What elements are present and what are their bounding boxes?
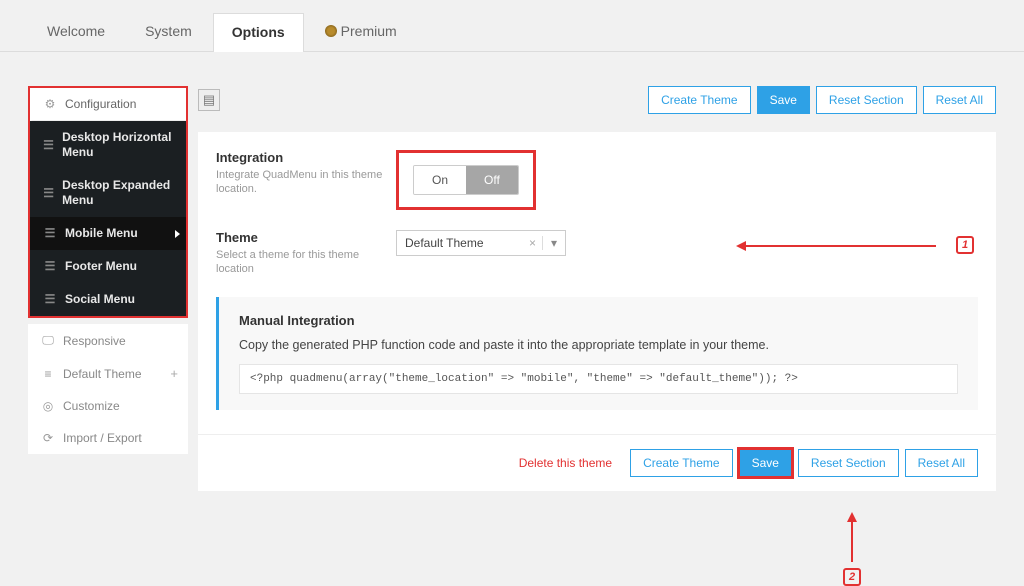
- content-area: ▤ Create Theme Save Reset Section Reset …: [198, 86, 996, 491]
- premium-icon: [325, 25, 337, 37]
- create-theme-button-bottom[interactable]: Create Theme: [630, 449, 732, 477]
- sidebar-item-label: Mobile Menu: [65, 226, 138, 241]
- integration-desc: Integrate QuadMenu in this theme locatio…: [216, 168, 396, 197]
- sidebar-item-label: Desktop Horizontal Menu: [62, 130, 176, 160]
- list-icon: ≡: [41, 367, 55, 381]
- desktop-icon: 🖵: [41, 333, 55, 348]
- gear-icon: ⚙: [43, 97, 57, 111]
- sidebar-item-label: Customize: [63, 399, 120, 413]
- sidebar-item-responsive[interactable]: 🖵 Responsive: [28, 324, 188, 357]
- refresh-icon: ⟳: [41, 431, 55, 445]
- sidebar-item-desktop-horizontal[interactable]: ☰ Desktop Horizontal Menu: [30, 121, 186, 169]
- eye-icon: ◎: [41, 399, 55, 413]
- sidebar-item-label: Desktop Expanded Menu: [62, 178, 176, 208]
- sidebar-item-social-menu[interactable]: ☰ Social Menu: [30, 283, 186, 316]
- sidebar-item-label: Footer Menu: [65, 259, 137, 274]
- create-theme-button[interactable]: Create Theme: [648, 86, 750, 114]
- theme-title: Theme: [216, 230, 396, 245]
- bottom-actions: Delete this theme Create Theme Save Rese…: [198, 434, 996, 491]
- theme-desc: Select a theme for this theme location: [216, 248, 396, 277]
- toggle-on[interactable]: On: [414, 166, 466, 194]
- integration-toggle-highlight: On Off: [396, 150, 536, 210]
- top-tabs: Welcome System Options Premium: [0, 12, 1024, 52]
- sidebar: ⚙ Configuration ☰ Desktop Horizontal Men…: [28, 86, 188, 491]
- sidebar-item-desktop-expanded[interactable]: ☰ Desktop Expanded Menu: [30, 169, 186, 217]
- integration-title: Integration: [216, 150, 396, 165]
- tab-options[interactable]: Options: [213, 13, 304, 52]
- settings-panel: Integration Integrate QuadMenu in this t…: [198, 132, 996, 434]
- sidebar-item-footer-menu[interactable]: ☰ Footer Menu: [30, 250, 186, 283]
- menu-icon: ☰: [43, 292, 57, 307]
- delete-theme-button[interactable]: Delete this theme: [519, 456, 612, 470]
- manual-title: Manual Integration: [239, 313, 958, 328]
- theme-select-value: Default Theme: [405, 236, 529, 250]
- manual-desc: Copy the generated PHP function code and…: [239, 338, 958, 352]
- chevron-down-icon: ▾: [542, 236, 557, 250]
- manual-integration-box: Manual Integration Copy the generated PH…: [216, 297, 978, 410]
- sidebar-item-import-export[interactable]: ⟳ Import / Export: [28, 422, 188, 454]
- sidebar-item-label: Configuration: [65, 97, 136, 111]
- clear-icon[interactable]: ×: [529, 236, 536, 250]
- reset-section-button-bottom[interactable]: Reset Section: [798, 449, 899, 477]
- tab-system[interactable]: System: [126, 12, 211, 51]
- sidebar-item-customize[interactable]: ◎ Customize: [28, 390, 188, 422]
- tab-welcome[interactable]: Welcome: [28, 12, 124, 51]
- save-button[interactable]: Save: [757, 86, 810, 114]
- menu-icon: ☰: [43, 186, 54, 201]
- top-actions: ▤ Create Theme Save Reset Section Reset …: [198, 86, 996, 114]
- sidebar-item-configuration[interactable]: ⚙ Configuration: [30, 88, 186, 121]
- sidebar-item-label: Default Theme: [63, 367, 142, 381]
- theme-select[interactable]: Default Theme × ▾: [396, 230, 566, 256]
- menu-icon: ☰: [43, 138, 54, 153]
- reset-section-button[interactable]: Reset Section: [816, 86, 917, 114]
- reset-all-button-bottom[interactable]: Reset All: [905, 449, 978, 477]
- menu-icon: ☰: [43, 226, 57, 241]
- menu-icon: ☰: [43, 259, 57, 274]
- sidebar-item-label: Social Menu: [65, 292, 135, 307]
- tab-premium[interactable]: Premium: [306, 12, 416, 51]
- sidebar-item-mobile-menu[interactable]: ☰ Mobile Menu: [30, 217, 186, 250]
- integration-toggle[interactable]: On Off: [413, 165, 519, 195]
- sidebar-item-label: Import / Export: [63, 431, 142, 445]
- plus-icon: +: [170, 366, 178, 381]
- sidebar-item-label: Responsive: [63, 334, 126, 348]
- annotation-arrow-2: [851, 522, 853, 562]
- save-button-bottom[interactable]: Save: [739, 449, 792, 477]
- reset-all-button[interactable]: Reset All: [923, 86, 996, 114]
- tab-premium-label: Premium: [341, 23, 397, 39]
- manual-code[interactable]: <?php quadmenu(array("theme_location" =>…: [239, 364, 958, 394]
- sidebar-item-default-theme[interactable]: ≡ Default Theme +: [28, 357, 188, 390]
- collapse-icon[interactable]: ▤: [198, 89, 220, 111]
- toggle-off[interactable]: Off: [466, 166, 518, 194]
- annotation-badge-2: 2: [843, 568, 861, 586]
